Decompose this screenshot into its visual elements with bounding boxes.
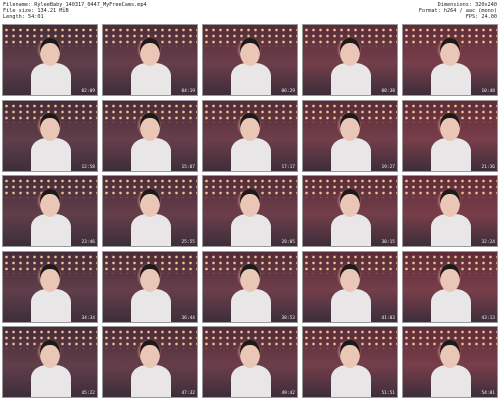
frame-timestamp: 28:05 <box>281 240 295 245</box>
video-frame-thumbnail[interactable]: 08:38 <box>302 24 398 96</box>
info-header: Filename: RyleeBaby_140317_0447_MyFreeCa… <box>0 0 500 26</box>
person-body <box>131 213 171 246</box>
video-frame-thumbnail[interactable]: 21:36 <box>402 99 498 172</box>
person-body <box>331 364 371 397</box>
video-frame-thumbnail[interactable]: 47:32 <box>102 326 198 398</box>
person-head <box>139 37 161 66</box>
person-body <box>131 289 171 322</box>
video-frame-thumbnail[interactable]: 28:05 <box>202 175 298 247</box>
person-head <box>339 37 361 66</box>
person-body <box>431 213 471 246</box>
person-head <box>239 37 261 66</box>
video-frame-thumbnail[interactable]: 06:29 <box>202 24 298 96</box>
person-body <box>31 364 71 397</box>
person-body <box>431 62 471 95</box>
video-frame-thumbnail[interactable]: 32:24 <box>402 175 498 247</box>
person-body <box>31 138 71 171</box>
video-frame-thumbnail[interactable]: 49:42 <box>202 326 298 398</box>
person-body <box>131 62 171 95</box>
person-body <box>31 62 71 95</box>
video-frame-thumbnail[interactable]: 36:44 <box>102 250 198 323</box>
person-body <box>131 138 171 171</box>
frame-timestamp: 51:51 <box>381 391 395 396</box>
frame-timestamp: 04:19 <box>181 89 195 94</box>
video-frame-thumbnail[interactable]: 54:01 <box>402 326 498 398</box>
person-body <box>31 289 71 322</box>
frame-timestamp: 49:42 <box>281 391 295 396</box>
frame-timestamp: 30:15 <box>381 240 395 245</box>
frame-timestamp: 36:44 <box>181 315 195 321</box>
person-body <box>231 213 271 246</box>
thumbnail-grid: 02:09 04:19 06:29 08:38 10:48 12:58 15:07 17:17… <box>2 24 498 398</box>
person-body <box>431 289 471 322</box>
video-frame-thumbnail[interactable]: 23:46 <box>2 175 98 247</box>
video-frame-thumbnail[interactable]: 04:19 <box>102 24 198 96</box>
person-body <box>231 62 271 95</box>
frame-timestamp: 38:53 <box>281 315 295 321</box>
video-frame-thumbnail[interactable]: 51:51 <box>302 326 398 398</box>
frame-timestamp: 19:27 <box>381 164 395 170</box>
person-head <box>39 188 61 217</box>
length-text: Length: 54:01 <box>3 14 44 21</box>
frame-timestamp: 06:29 <box>281 89 295 94</box>
video-frame-thumbnail[interactable]: 10:48 <box>402 24 498 96</box>
person-body <box>231 289 271 322</box>
person-body <box>231 138 271 171</box>
person-head <box>39 339 61 368</box>
person-head <box>139 188 161 217</box>
person-body <box>31 213 71 246</box>
person-head <box>139 339 161 368</box>
video-frame-thumbnail[interactable]: 41:03 <box>302 250 398 323</box>
frame-timestamp: 54:01 <box>481 391 495 396</box>
frame-timestamp: 21:36 <box>481 164 495 170</box>
person-head <box>339 339 361 368</box>
frame-timestamp: 08:38 <box>381 89 395 94</box>
video-frame-thumbnail[interactable]: 19:27 <box>302 99 398 172</box>
video-frame-thumbnail[interactable]: 12:58 <box>2 99 98 172</box>
frame-timestamp: 34:34 <box>81 315 95 321</box>
video-frame-thumbnail[interactable]: 15:07 <box>102 99 198 172</box>
frame-timestamp: 32:24 <box>481 240 495 245</box>
person-body <box>331 213 371 246</box>
video-frame-thumbnail[interactable]: 43:13 <box>402 250 498 323</box>
video-frame-thumbnail[interactable]: 30:15 <box>302 175 398 247</box>
video-frame-thumbnail[interactable]: 34:34 <box>2 250 98 323</box>
frame-timestamp: 47:32 <box>181 391 195 396</box>
frame-timestamp: 45:22 <box>81 391 95 396</box>
person-head <box>239 339 261 368</box>
fps-text: FPS: 24.00 <box>465 14 497 21</box>
person-head <box>239 188 261 217</box>
video-frame-thumbnail[interactable]: 25:55 <box>102 175 198 247</box>
frame-timestamp: 10:48 <box>481 89 495 94</box>
frame-timestamp: 02:09 <box>81 89 95 94</box>
person-head <box>439 339 461 368</box>
video-frame-thumbnail[interactable]: 45:22 <box>2 326 98 398</box>
video-frame-thumbnail[interactable]: 17:17 <box>202 99 298 172</box>
person-body <box>331 138 371 171</box>
person-body <box>331 62 371 95</box>
person-body <box>331 289 371 322</box>
person-body <box>131 364 171 397</box>
frame-timestamp: 41:03 <box>381 315 395 321</box>
frame-timestamp: 15:07 <box>181 164 195 170</box>
video-frame-thumbnail[interactable]: 38:53 <box>202 250 298 323</box>
frame-timestamp: 17:17 <box>281 164 295 170</box>
person-body <box>431 138 471 171</box>
video-frame-thumbnail[interactable]: 02:09 <box>2 24 98 96</box>
frame-timestamp: 25:55 <box>181 240 195 245</box>
person-head <box>439 188 461 217</box>
frame-timestamp: 43:13 <box>481 315 495 321</box>
person-head <box>439 37 461 66</box>
frame-timestamp: 12:58 <box>81 164 95 170</box>
frame-timestamp: 23:46 <box>81 240 95 245</box>
person-head <box>339 188 361 217</box>
person-body <box>431 364 471 397</box>
person-head <box>39 37 61 66</box>
file-info-left: Filename: RyleeBaby_140317_0447_MyFreeCa… <box>3 2 147 21</box>
file-info-right: Dimensions: 320x240 Format: h264 / aac (… <box>419 2 497 21</box>
person-body <box>231 364 271 397</box>
